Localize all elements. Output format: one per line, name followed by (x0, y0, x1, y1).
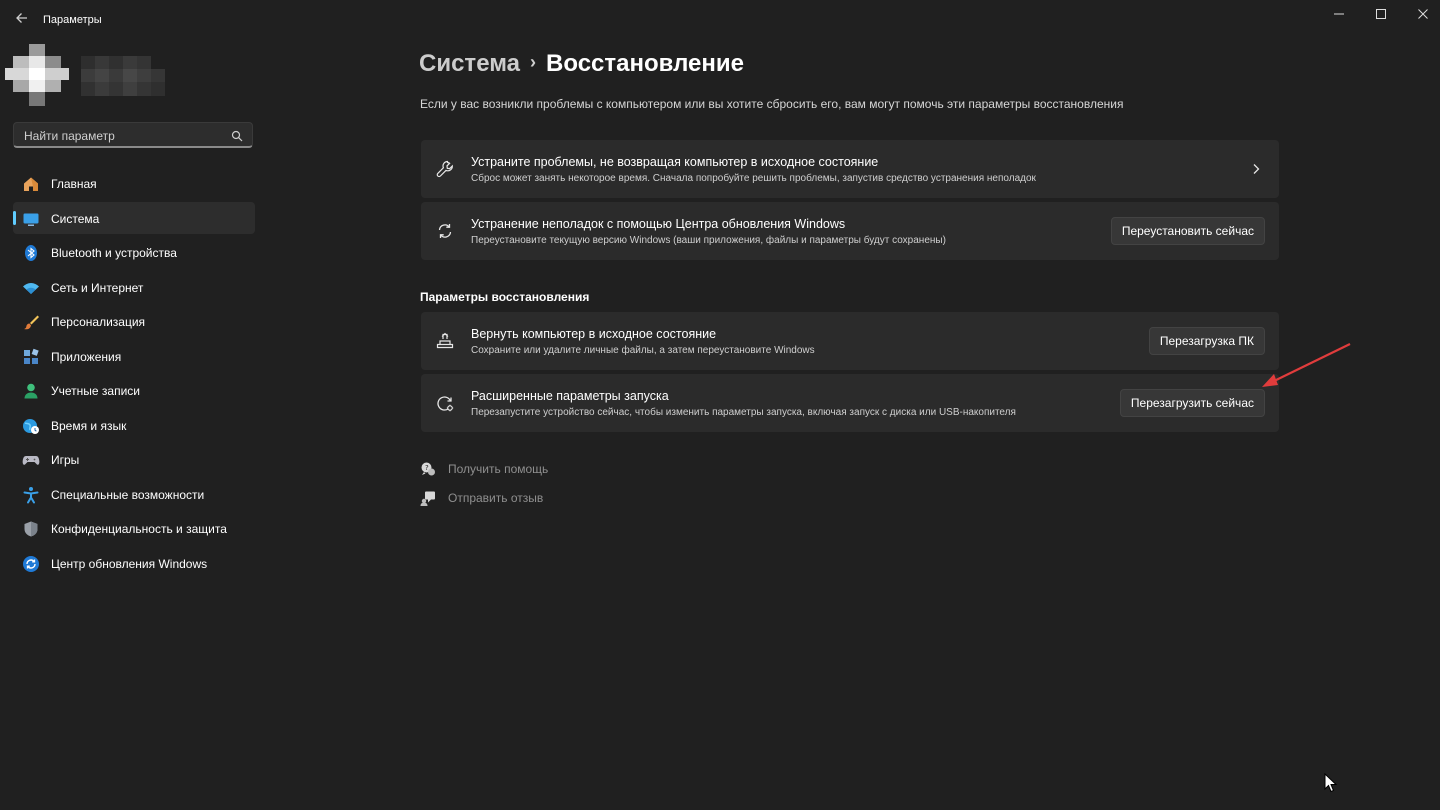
sidebar-item-privacy[interactable]: Конфиденциальность и защита (13, 512, 255, 544)
sidebar-item-time-language[interactable]: Время и язык (13, 409, 255, 441)
annotation-arrow (1262, 343, 1351, 387)
brush-icon (22, 313, 40, 331)
advanced-startup-card: Расширенные параметры запуска Перезапуст… (421, 374, 1279, 432)
wrench-icon (435, 159, 455, 179)
sidebar-item-accessibility[interactable]: Специальные возможности (13, 478, 255, 510)
sidebar-item-home[interactable]: Главная (13, 167, 255, 199)
apps-icon (22, 348, 40, 366)
breadcrumb-separator: › (530, 52, 537, 72)
home-icon (22, 175, 40, 193)
sidebar-item-gaming[interactable]: Игры (13, 443, 255, 475)
update-icon (22, 555, 40, 573)
windows-update-fix-card: Устранение неполадок с помощью Центра об… (421, 202, 1279, 260)
send-feedback-link[interactable]: Отправить отзыв (420, 488, 543, 508)
reset-pc-card: Вернуть компьютер в исходное состояние С… (421, 312, 1279, 370)
mouse-cursor-icon (1324, 773, 1338, 793)
sidebar-item-network[interactable]: Сеть и Интернет (13, 271, 255, 303)
app-title: Параметры (43, 14, 102, 26)
svg-text:?: ? (425, 464, 429, 472)
system-icon (22, 210, 40, 228)
reset-pc-icon (435, 331, 455, 351)
get-help-link[interactable]: ? Получить помощь (420, 459, 548, 479)
breadcrumb: Система › Восстановление (419, 50, 744, 78)
sidebar-item-bluetooth[interactable]: Bluetooth и устройства (13, 236, 255, 268)
search-input[interactable] (22, 127, 226, 145)
breadcrumb-parent[interactable]: Система (419, 50, 520, 77)
search-icon[interactable] (231, 129, 243, 142)
sidebar-item-windows-update[interactable]: Центр обновления Windows (13, 547, 255, 579)
page-description: Если у вас возникли проблемы с компьютер… (420, 97, 1124, 111)
sidebar-item-system[interactable]: Система (13, 201, 255, 234)
advanced-startup-icon (435, 393, 455, 413)
chevron-right-icon (1249, 162, 1263, 176)
bluetooth-icon (22, 244, 40, 262)
back-arrow-icon[interactable] (12, 10, 32, 30)
troubleshoot-card[interactable]: Устраните проблемы, не возвращая компьют… (421, 140, 1279, 198)
sidebar-item-personalization[interactable]: Персонализация (13, 305, 255, 337)
sidebar-nav: Главная Система Bluetooth и устройства С… (13, 167, 255, 581)
globe-clock-icon (22, 417, 40, 435)
page-title: Восстановление (546, 50, 744, 77)
sidebar-item-accounts[interactable]: Учетные записи (13, 374, 255, 406)
wifi-icon (22, 279, 40, 297)
minimize-icon[interactable] (1325, 6, 1353, 22)
refresh-icon (435, 221, 455, 241)
shield-icon (22, 520, 40, 538)
search-box[interactable] (13, 122, 253, 148)
reinstall-now-button[interactable]: Переустановить сейчас (1110, 217, 1265, 245)
section-title: Параметры восстановления (420, 290, 590, 304)
user-name (81, 56, 173, 96)
accounts-icon (22, 382, 40, 400)
help-chat-icon: ? (420, 461, 436, 477)
reset-pc-button[interactable]: Перезагрузка ПК (1148, 327, 1265, 355)
restart-now-button[interactable]: Перезагрузить сейчас (1119, 389, 1265, 417)
feedback-icon (420, 490, 436, 506)
sidebar-item-apps[interactable]: Приложения (13, 340, 255, 372)
maximize-icon[interactable] (1367, 6, 1395, 22)
gamepad-icon (22, 451, 40, 469)
accessibility-icon (22, 486, 40, 504)
title-bar: Параметры (0, 0, 1440, 40)
close-icon[interactable] (1409, 6, 1437, 22)
avatar[interactable] (5, 44, 70, 108)
